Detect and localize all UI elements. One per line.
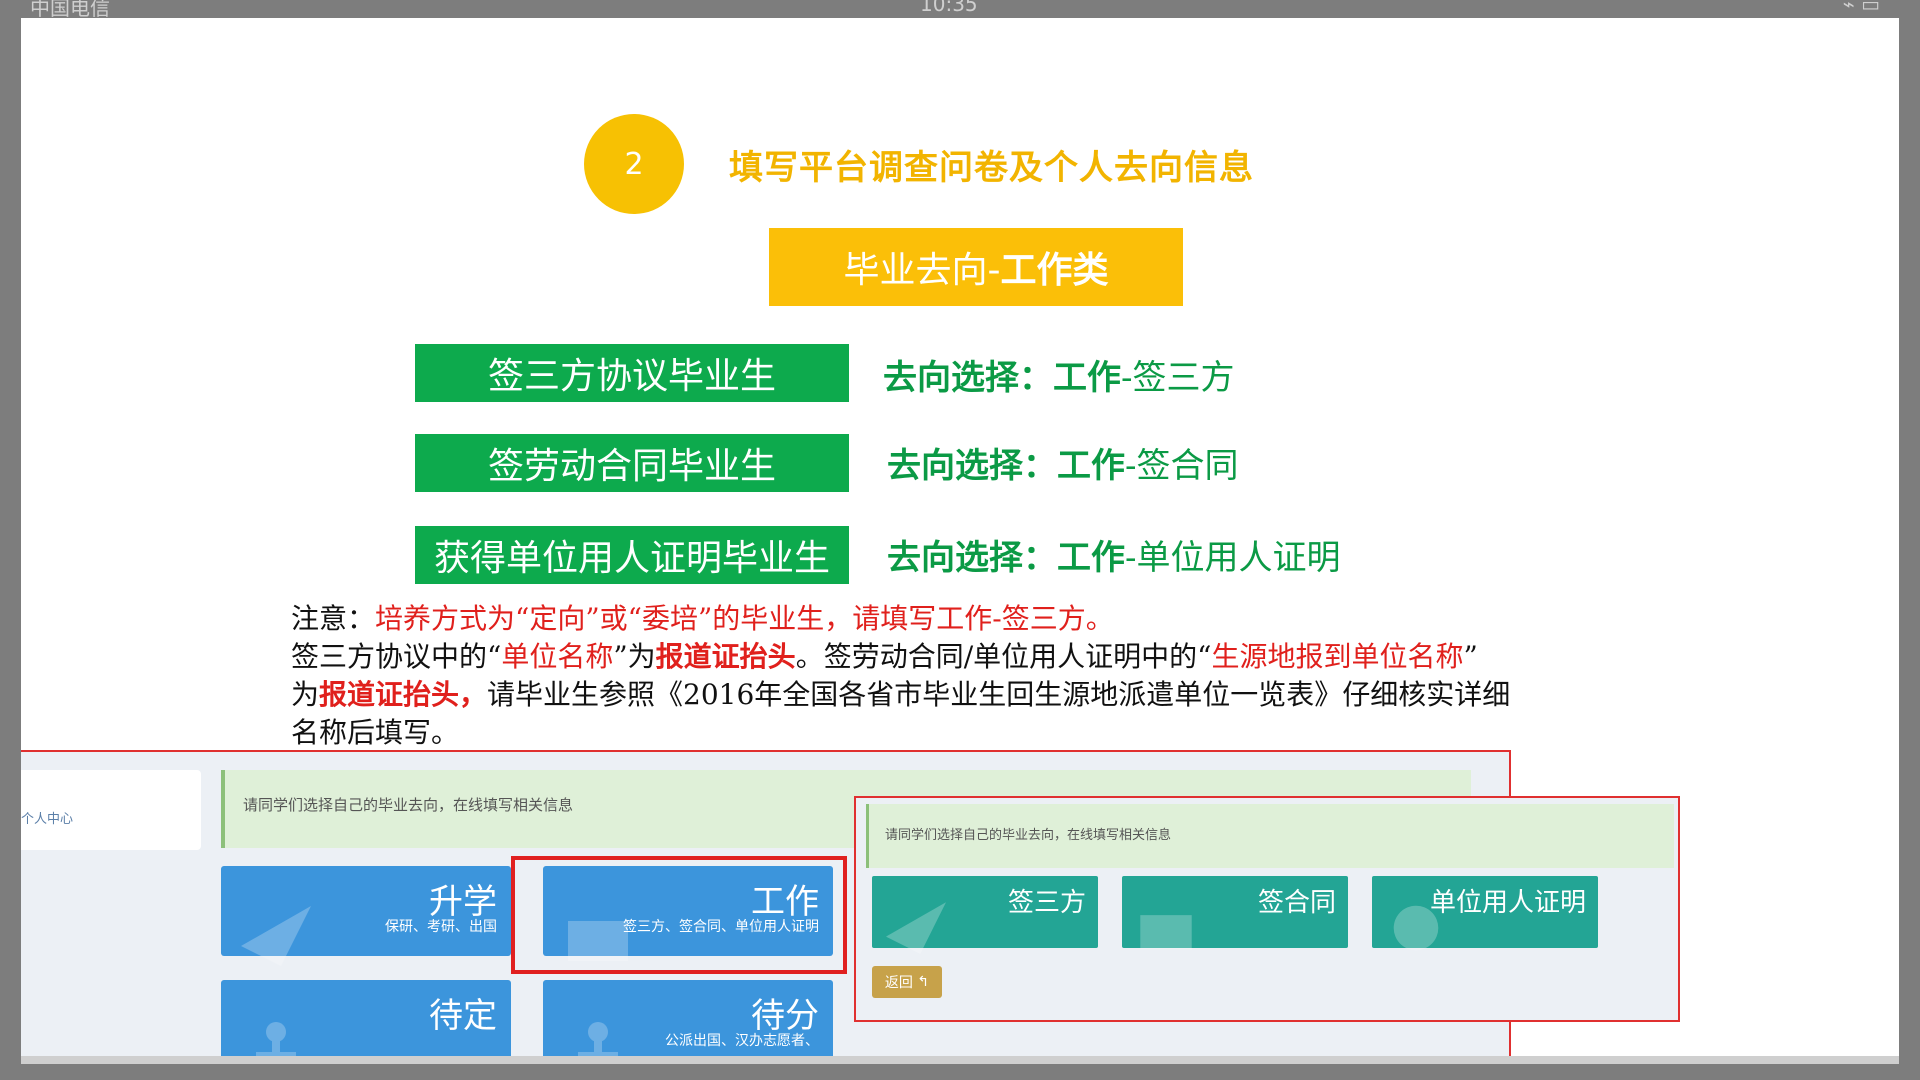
row-label-3: 获得单位用人证明毕业生 [415, 526, 849, 584]
choice-prefix: 去向选择： [887, 538, 1057, 578]
choice-suffix: -单位用人证明 [1125, 538, 1341, 578]
tile-awaiting-assignment[interactable]: 待分 公派出国、汉办志愿者、 [543, 980, 833, 1056]
category-bold: 工作类 [1000, 250, 1109, 291]
tile-title: 签三方 [1007, 888, 1086, 918]
row-choice-3: 去向选择：工作-单位用人证明 [887, 530, 1341, 579]
briefcase-icon [1140, 915, 1192, 950]
tile-employer-certificate[interactable]: 单位用人证明 [1372, 876, 1598, 951]
choice-suffix: -签合同 [1125, 446, 1239, 486]
tile-contract[interactable]: 签合同 [1122, 876, 1348, 950]
highlight-frame [511, 856, 847, 974]
choice-prefix: 去向选择： [883, 358, 1053, 398]
carrier-label: 中国电信 [30, 0, 110, 18]
tile-title: 待定 [429, 996, 497, 1036]
tile-pending[interactable]: 待定 [221, 980, 511, 1056]
instruction-notice: 请同学们选择自己的毕业去向，在线填写相关信息 [866, 804, 1674, 868]
back-button[interactable]: 返回 ↰ [872, 966, 942, 998]
choice-bold: 工作 [1053, 358, 1121, 398]
category-prefix: 毕业去向- [843, 250, 1001, 291]
note-line-4: 名称后填写。 [291, 716, 460, 749]
anchor-icon [578, 1022, 618, 1056]
back-arrow-icon: ↰ [912, 974, 930, 990]
row-label-2: 签劳动合同毕业生 [415, 434, 849, 492]
category-banner: 毕业去向- 工作类 [769, 228, 1183, 306]
sidebar-panel: 个人中心 [21, 770, 201, 850]
tile-subtitle: 公派出国、汉办志愿者、 [665, 1033, 819, 1049]
slide: 2 填写平台调查问卷及个人去向信息 毕业去向- 工作类 签三方协议毕业生 去向选择… [21, 18, 1899, 1056]
choice-bold: 工作 [1057, 446, 1125, 486]
tile-title: 单位用人证明 [1429, 888, 1586, 918]
phone-status-bar: 中国电信 10:35 ⌁ ▭ [0, 0, 1920, 18]
step-number-badge: 2 [584, 114, 684, 214]
tile-tripartite[interactable]: 签三方 [872, 876, 1098, 954]
choice-suffix: -签三方 [1121, 358, 1235, 398]
tile-further-study[interactable]: 升学 保研、考研、出国 [221, 866, 511, 966]
note-line-1: 注意：培养方式为“定向”或“委培”的毕业生，请填写工作-签三方。 [291, 602, 1114, 635]
tile-subtitle: 保研、考研、出国 [385, 919, 497, 935]
battery-icon: ⌁ ▭ [1842, 0, 1880, 16]
anchor-icon [256, 1022, 296, 1056]
choice-prefix: 去向选择： [887, 446, 1057, 486]
screenshot-work-options: 请同学们选择自己的毕业去向，在线填写相关信息 签三方 签合同 单位用人证明 返回… [854, 796, 1680, 1022]
row-choice-2: 去向选择：工作-签合同 [887, 438, 1239, 487]
tile-title: 签合同 [1257, 888, 1336, 918]
sidebar-item-personal-center[interactable]: 个人中心 [21, 808, 73, 827]
choice-bold: 工作 [1057, 538, 1125, 578]
row-choice-1: 去向选择：工作-签三方 [883, 350, 1235, 399]
step-title: 填写平台调查问卷及个人去向信息 [729, 148, 1254, 188]
paper-plane-icon [886, 902, 946, 954]
bottom-strip [21, 1056, 1899, 1064]
clock-label: 10:35 [920, 0, 978, 16]
back-label: 返回 [884, 975, 913, 991]
paper-plane-icon [241, 906, 311, 966]
note-line-3: 为报道证抬头，请毕业生参照《2016年全国各省市毕业生回生源地派遣单位一览表》仔… [291, 678, 1511, 711]
row-label-1: 签三方协议毕业生 [415, 344, 849, 402]
note-line-2: 签三方协议中的“单位名称”为报道证抬头。签劳动合同/单位用人证明中的“生源地报到… [291, 640, 1478, 673]
note-paragraph: 注意：培养方式为“定向”或“委培”的毕业生，请填写工作-签三方。 签三方协议中的… [291, 600, 1711, 752]
